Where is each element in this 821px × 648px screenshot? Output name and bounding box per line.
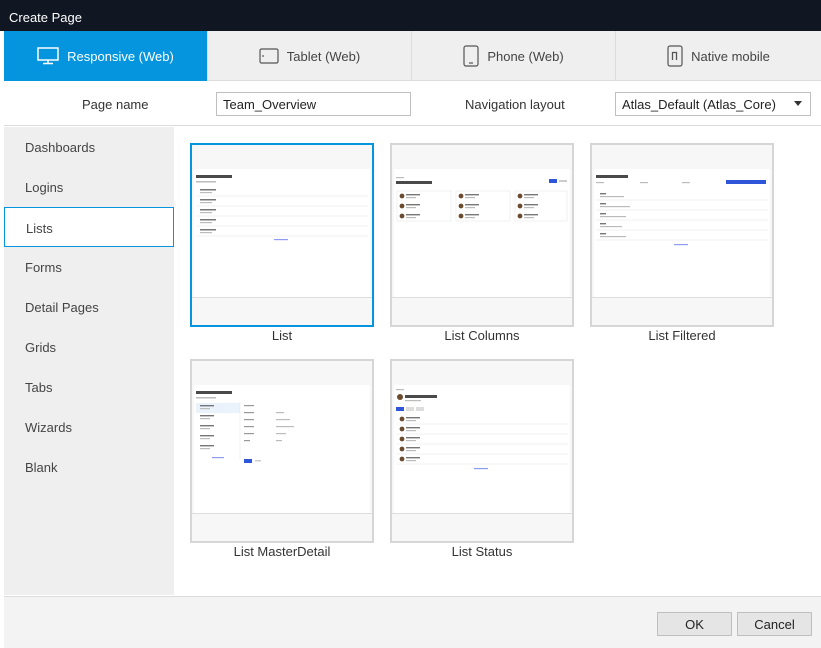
template-thumbnail (592, 145, 772, 325)
sidebar-item-detail-pages[interactable]: Detail Pages (4, 287, 174, 327)
template-card-list[interactable] (190, 143, 374, 327)
navigation-layout-label: Navigation layout (465, 97, 565, 112)
template-thumbnail (392, 145, 572, 325)
ok-button[interactable]: OK (657, 612, 732, 636)
tablet-icon (259, 48, 279, 64)
template-thumbnail (392, 361, 572, 541)
template-thumbnail (192, 145, 372, 325)
navigation-layout-select[interactable]: Atlas_Default (Atlas_Core) (615, 92, 811, 116)
sidebar-item-forms[interactable]: Forms (4, 247, 174, 287)
sidebar-item-wizards[interactable]: Wizards (4, 407, 174, 447)
tab-responsive-web[interactable]: Responsive (Web) (4, 31, 208, 81)
template-label-list-status: List Status (451, 544, 513, 559)
template-card-list-filtered[interactable] (590, 143, 774, 327)
template-label-list-masterdetail: List MasterDetail (233, 544, 331, 559)
page-settings-row: Page name Navigation layout Atlas_Defaul… (4, 82, 821, 126)
tab-label: Phone (Web) (487, 48, 564, 64)
tab-label: Responsive (Web) (67, 48, 174, 64)
template-card-list-status[interactable] (390, 359, 574, 543)
native-mobile-icon (667, 45, 683, 67)
tab-label: Tablet (Web) (286, 48, 361, 64)
cancel-button[interactable]: Cancel (737, 612, 812, 636)
category-sidebar: Dashboards Logins Lists Forms Detail Pag… (4, 127, 174, 595)
monitor-icon (37, 47, 59, 65)
template-label-list: List (271, 328, 293, 343)
navigation-layout-value: Atlas_Default (Atlas_Core) (622, 97, 776, 112)
sidebar-item-tabs[interactable]: Tabs (4, 367, 174, 407)
template-label-list-filtered: List Filtered (648, 328, 716, 343)
tab-native-mobile[interactable]: Native mobile (616, 31, 821, 81)
phone-icon (463, 45, 479, 67)
platform-tabs: Responsive (Web) Tablet (Web) Phone (Web… (4, 31, 821, 81)
sidebar-item-logins[interactable]: Logins (4, 167, 174, 207)
template-label-list-columns: List Columns (444, 328, 520, 343)
window-title: Create Page (0, 0, 821, 31)
page-name-label: Page name (82, 97, 149, 112)
tab-phone-web[interactable]: Phone (Web) (412, 31, 616, 81)
template-card-list-columns[interactable] (390, 143, 574, 327)
chevron-down-icon (794, 101, 802, 106)
dialog-footer: OK Cancel (4, 596, 821, 648)
tab-tablet-web[interactable]: Tablet (Web) (208, 31, 412, 81)
sidebar-item-dashboards[interactable]: Dashboards (4, 127, 174, 167)
tab-label: Native mobile (691, 48, 770, 64)
sidebar-item-grids[interactable]: Grids (4, 327, 174, 367)
template-thumbnail (192, 361, 372, 541)
template-gallery: List List Columns List Filtered List Mas… (174, 127, 821, 595)
template-card-list-masterdetail[interactable] (190, 359, 374, 543)
sidebar-item-blank[interactable]: Blank (4, 447, 174, 487)
page-name-input[interactable] (216, 92, 411, 116)
sidebar-item-lists[interactable]: Lists (4, 207, 174, 247)
